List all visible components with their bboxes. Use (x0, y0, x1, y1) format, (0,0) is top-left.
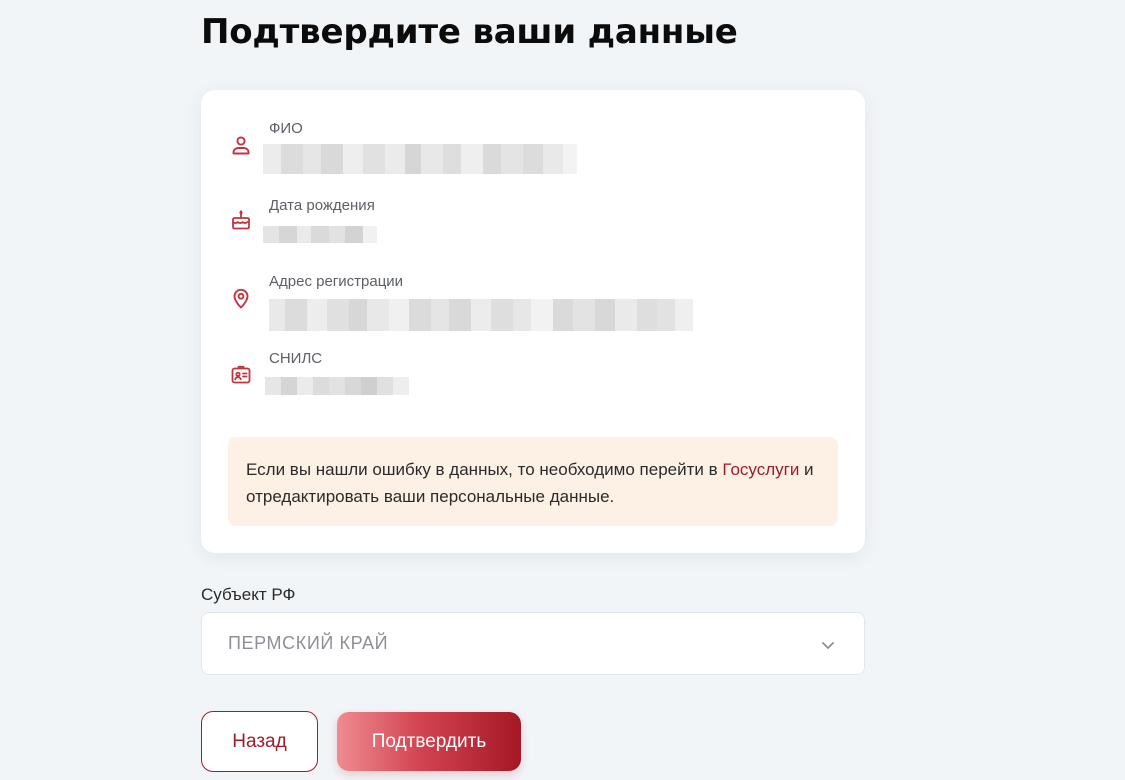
redacted-snils (265, 377, 409, 395)
chevron-down-icon (820, 637, 836, 653)
region-select-value: ПЕРМСКИЙ КРАЙ (228, 633, 389, 653)
field-registration-address: Адрес регистрации (201, 273, 865, 333)
redacted-birth-date (263, 226, 377, 243)
redacted-address (269, 299, 695, 331)
page: Подтвердите ваши данные ФИО Дата рождени… (0, 0, 1125, 780)
field-birth-date: Дата рождения (201, 197, 865, 257)
region-select[interactable]: ПЕРМСКИЙ КРАЙ (201, 612, 865, 675)
notice-text: Если вы нашли ошибку в данных, то необхо… (246, 460, 723, 479)
confirm-button[interactable]: Подтвердить (337, 712, 521, 771)
field-label: Дата рождения (269, 197, 375, 214)
id-card-icon (229, 363, 253, 387)
cake-icon (229, 208, 253, 232)
field-full-name: ФИО (201, 120, 865, 180)
back-button[interactable]: Назад (201, 711, 318, 772)
correction-notice: Если вы нашли ошибку в данных, то необхо… (228, 437, 838, 526)
personal-data-card: ФИО Дата рождения Адрес регистрации СНИЛ… (201, 90, 865, 553)
location-pin-icon (229, 286, 253, 310)
field-label: Адрес регистрации (269, 273, 404, 290)
field-label: СНИЛС (269, 350, 323, 367)
redacted-full-name (263, 144, 597, 174)
field-label: ФИО (269, 120, 303, 137)
region-label: Субъект РФ (201, 585, 296, 604)
page-title: Подтвердите ваши данные (201, 12, 738, 52)
user-icon (229, 133, 253, 157)
field-snils: СНИЛС (201, 350, 865, 410)
gosuslugi-link[interactable]: Госуслуги (722, 460, 799, 479)
